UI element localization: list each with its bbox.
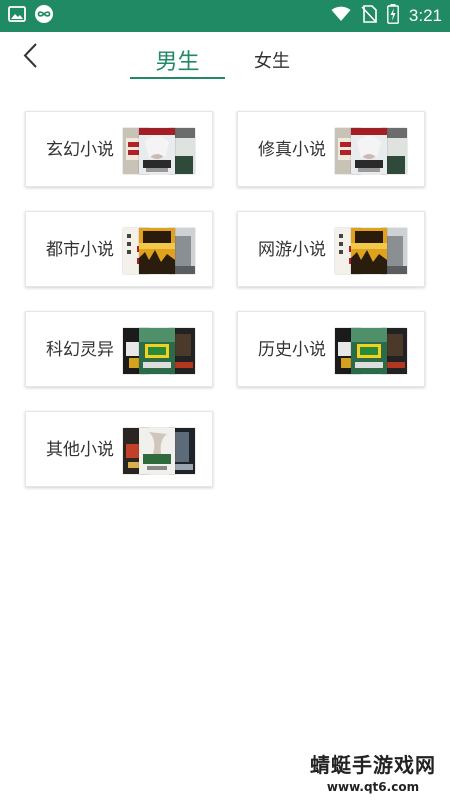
category-card-xiuzhen[interactable]: 修真小说	[237, 111, 425, 187]
category-label: 历史小说	[258, 340, 326, 360]
book-cover	[139, 228, 175, 274]
image-icon	[8, 6, 26, 26]
category-card-wangyou[interactable]: 网游小说	[237, 211, 425, 287]
watermark: 蜻蜓手游戏网 www.qt6.com	[310, 749, 436, 794]
back-button[interactable]	[16, 40, 48, 72]
book-cover	[139, 428, 175, 474]
category-card-xuanhuan[interactable]: 玄幻小说	[25, 111, 213, 187]
book-covers	[123, 328, 195, 374]
wifi-icon	[331, 6, 351, 26]
battery-charging-icon	[387, 4, 399, 28]
book-covers	[335, 128, 407, 174]
category-label: 网游小说	[258, 240, 326, 260]
chevron-left-icon	[23, 43, 37, 68]
category-card-dushi[interactable]: 都市小说	[25, 211, 213, 287]
top-navigation: 男生 女生	[0, 32, 450, 82]
category-label: 其他小说	[46, 440, 114, 460]
category-card-lishi[interactable]: 历史小说	[237, 311, 425, 387]
active-tab-indicator	[130, 77, 225, 79]
status-bar: 3:21	[0, 0, 450, 32]
book-covers	[123, 428, 195, 474]
no-sim-icon	[361, 5, 377, 27]
watermark-title: 蜻蜓手游戏网	[310, 753, 436, 777]
infinity-icon	[34, 4, 54, 28]
book-cover	[139, 328, 175, 374]
clock: 3:21	[408, 6, 442, 25]
watermark-url: www.qt6.com	[326, 780, 420, 794]
book-covers	[335, 228, 407, 274]
book-cover	[351, 128, 387, 174]
book-cover	[351, 328, 387, 374]
category-label: 都市小说	[46, 240, 114, 260]
category-label: 科幻灵异	[46, 340, 114, 360]
category-card-qita[interactable]: 其他小说	[25, 411, 213, 487]
book-covers	[335, 328, 407, 374]
book-covers	[123, 128, 195, 174]
book-covers	[123, 228, 195, 274]
tab-female[interactable]: 女生	[232, 40, 312, 80]
book-cover	[139, 128, 175, 174]
tab-male[interactable]: 男生	[130, 40, 225, 80]
category-label: 修真小说	[258, 140, 326, 160]
book-cover	[351, 228, 387, 274]
category-label: 玄幻小说	[46, 140, 114, 160]
category-card-kehuan[interactable]: 科幻灵异	[25, 311, 213, 387]
